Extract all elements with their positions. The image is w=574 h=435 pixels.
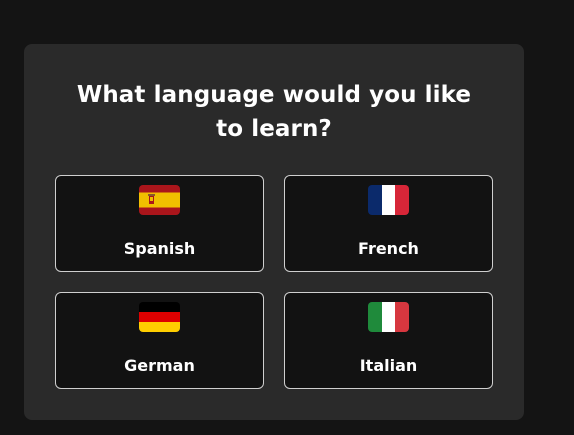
option-label-german: German bbox=[124, 356, 195, 375]
germany-flag-icon bbox=[139, 302, 180, 332]
spain-flag-icon bbox=[139, 185, 180, 215]
option-label-italian: Italian bbox=[359, 356, 418, 375]
option-french[interactable]: French bbox=[284, 175, 493, 272]
option-spanish[interactable]: Spanish bbox=[55, 175, 264, 272]
italy-flag-icon bbox=[368, 302, 409, 332]
option-italian[interactable]: Italian bbox=[284, 292, 493, 389]
france-flag-icon bbox=[368, 185, 409, 215]
option-label-spanish: Spanish bbox=[123, 239, 196, 258]
option-german[interactable]: German bbox=[55, 292, 264, 389]
question-title: What language would you like to learn? bbox=[76, 82, 472, 142]
language-selection-card: What language would you like to learn? S… bbox=[24, 44, 524, 420]
option-label-french: French bbox=[358, 239, 419, 258]
